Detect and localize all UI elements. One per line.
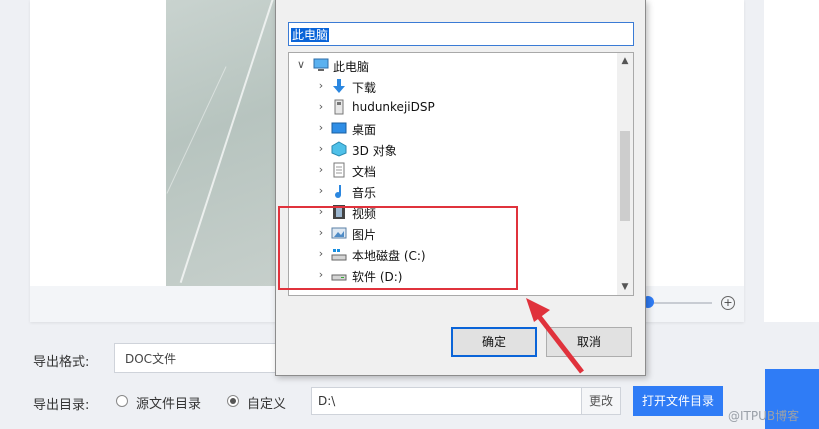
radio-custom-dir[interactable] [227, 395, 239, 407]
computer-icon [313, 58, 329, 71]
document-icon [333, 162, 345, 178]
folder-name-value: 此电脑 [291, 28, 330, 42]
radio-custom-dir-label: 自定义 [247, 397, 287, 412]
tree-item-downloads[interactable]: › 下载 [289, 76, 619, 96]
chevron-right-icon[interactable]: › [315, 142, 327, 155]
tree-item-this-pc[interactable]: ∨ 此电脑 [289, 55, 619, 75]
scroll-down-icon[interactable]: ▼ [617, 279, 633, 295]
export-format-select[interactable]: DOC文件 [114, 343, 282, 373]
tree-item-label: 此电脑 [333, 60, 370, 74]
highlight-box [278, 206, 518, 290]
3d-objects-icon [331, 141, 347, 157]
export-format-label: 导出格式: [33, 355, 90, 370]
tree-item-label: 3D 对象 [352, 144, 397, 158]
chevron-right-icon[interactable]: › [315, 79, 327, 92]
export-format-value: DOC文件 [125, 352, 177, 366]
side-panel [764, 0, 819, 322]
zoom-slider[interactable] [648, 302, 712, 304]
desktop-icon [331, 122, 347, 134]
chevron-right-icon[interactable]: › [315, 121, 327, 134]
tree-item-label: 下载 [352, 81, 377, 95]
tree-item-label: 桌面 [352, 123, 377, 137]
tree-item-3d-objects[interactable]: › 3D 对象 [289, 139, 619, 159]
scroll-up-icon[interactable]: ▲ [617, 53, 633, 69]
change-dir-button[interactable]: 更改 [581, 387, 621, 415]
tree-item-label: 文档 [352, 165, 377, 179]
tree-item-label: 音乐 [352, 186, 377, 200]
folder-name-input[interactable]: 此电脑 [288, 22, 634, 46]
document-preview [166, 0, 276, 286]
radio-source-dir-label: 源文件目录 [136, 397, 202, 412]
watermark: @ITPUB博客 [728, 409, 800, 423]
tree-item-hudunkejidsp[interactable]: › hudunkejiDSP [289, 97, 619, 117]
scroll-thumb[interactable] [620, 131, 630, 221]
tree-item-music[interactable]: › 音乐 [289, 181, 619, 201]
chevron-down-icon[interactable]: ∨ [295, 58, 307, 71]
download-icon [333, 79, 345, 93]
export-path-input[interactable]: D:\ [311, 387, 582, 415]
chevron-right-icon[interactable]: › [315, 163, 327, 176]
open-dir-button[interactable]: 打开文件目录 [633, 386, 723, 416]
browse-folder-dialog: 此电脑 ∨ 此电脑 › 下载 › hudunkejiDSP › 桌面 › 3D … [275, 0, 646, 376]
radio-source-dir[interactable] [116, 395, 128, 407]
tree-item-label: hudunkejiDSP [352, 100, 435, 114]
chevron-right-icon[interactable]: › [315, 184, 327, 197]
music-icon [335, 185, 341, 198]
tree-scrollbar[interactable]: ▲ ▼ [617, 53, 633, 295]
chevron-right-icon[interactable]: › [315, 100, 327, 113]
arrow-icon [526, 298, 584, 374]
export-path-value: D:\ [318, 394, 336, 408]
zoom-in-icon[interactable]: + [721, 296, 735, 310]
export-dir-label: 导出目录: [33, 398, 90, 413]
tree-item-documents[interactable]: › 文档 [289, 160, 619, 180]
drive-icon [334, 99, 344, 115]
tree-item-desktop[interactable]: › 桌面 [289, 118, 619, 138]
